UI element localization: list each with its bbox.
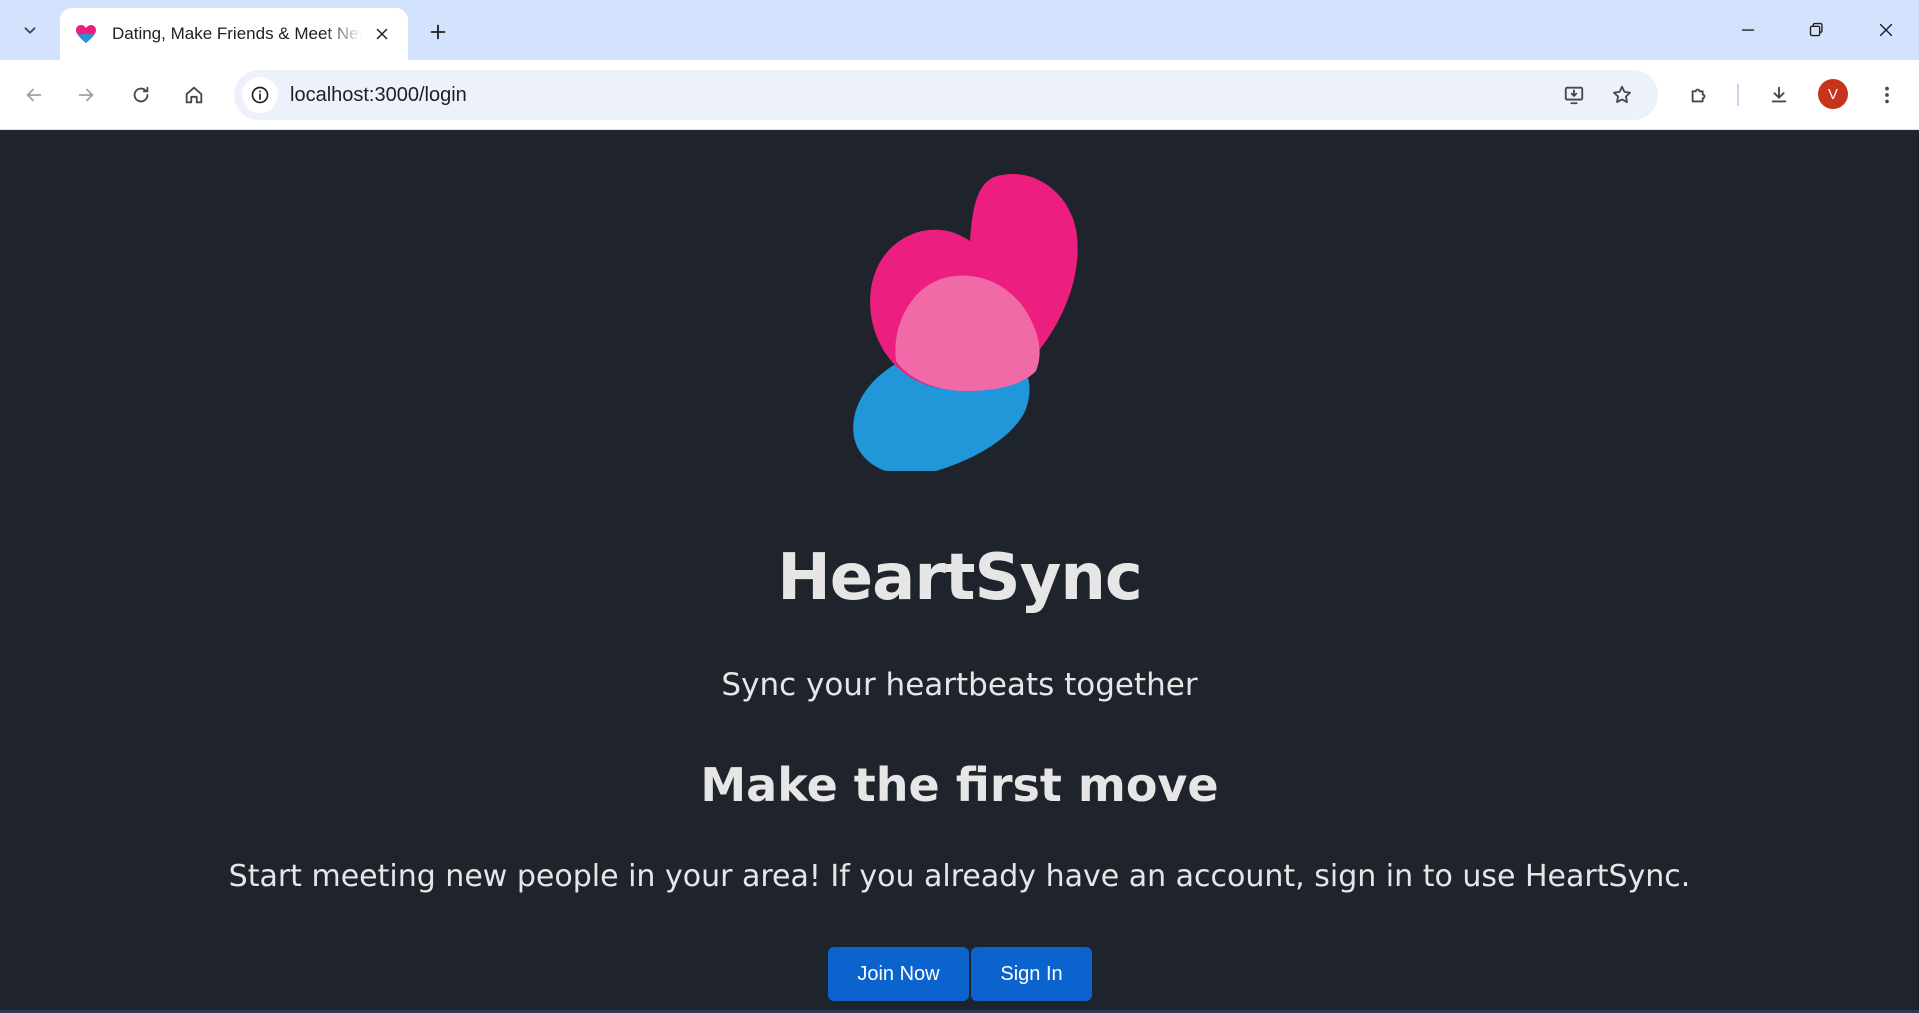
close-icon bbox=[376, 28, 388, 40]
download-icon bbox=[1771, 86, 1787, 103]
star-icon bbox=[1613, 85, 1631, 103]
tagline: Sync your heartbeats together bbox=[721, 667, 1198, 703]
home-button[interactable] bbox=[172, 73, 216, 117]
puzzle-icon bbox=[1691, 88, 1706, 103]
forward-button[interactable] bbox=[64, 73, 108, 117]
chevron-down-icon bbox=[24, 27, 36, 34]
sign-in-button[interactable]: Sign In bbox=[971, 947, 1092, 1001]
tab-title: Dating, Make Friends & Meet New People bbox=[112, 24, 362, 43]
browser-tabstrip: Dating, Make Friends & Meet New People bbox=[0, 0, 1919, 60]
browser-toolbar: localhost:3000/login bbox=[0, 60, 1919, 130]
close-window-button[interactable] bbox=[1858, 8, 1914, 52]
address-bar[interactable]: localhost:3000/login bbox=[234, 70, 1658, 120]
home-icon bbox=[185, 86, 203, 104]
info-icon bbox=[251, 86, 269, 104]
reload-button[interactable] bbox=[119, 73, 163, 117]
reload-icon bbox=[133, 86, 149, 103]
back-button[interactable] bbox=[12, 73, 56, 117]
arrow-left-icon bbox=[26, 88, 42, 102]
arrow-right-icon bbox=[78, 88, 94, 102]
restore-icon bbox=[1809, 22, 1823, 37]
heartsync-logo bbox=[853, 174, 1078, 471]
toolbar-divider bbox=[1737, 84, 1739, 106]
minimize-icon bbox=[1741, 29, 1755, 31]
install-app-button[interactable] bbox=[1556, 77, 1592, 113]
heart-favicon-icon bbox=[76, 25, 96, 43]
downloads-button[interactable] bbox=[1757, 73, 1801, 117]
close-icon bbox=[1879, 23, 1893, 37]
tab-close-button[interactable] bbox=[370, 22, 394, 46]
profile-avatar[interactable]: V bbox=[1818, 79, 1848, 109]
description: Start meeting new people in your area! I… bbox=[228, 859, 1691, 894]
bookmark-button[interactable] bbox=[1604, 77, 1640, 113]
headline: Make the first move bbox=[700, 758, 1219, 812]
login-page: HeartSync Sync your heartbeats together … bbox=[0, 131, 1919, 1013]
tab-search-button[interactable] bbox=[10, 12, 50, 48]
install-app-icon bbox=[1564, 86, 1584, 105]
extensions-button[interactable] bbox=[1677, 73, 1721, 117]
more-vertical-icon bbox=[1885, 86, 1889, 104]
join-now-button[interactable]: Join Now bbox=[828, 947, 969, 1001]
minimize-button[interactable] bbox=[1720, 8, 1776, 52]
plus-icon bbox=[430, 24, 446, 40]
brand-title: HeartSync bbox=[777, 541, 1143, 615]
url-text[interactable]: localhost:3000/login bbox=[290, 70, 467, 120]
browser-tab-active[interactable]: Dating, Make Friends & Meet New People bbox=[60, 8, 408, 60]
site-info-button[interactable] bbox=[242, 77, 278, 113]
restore-button[interactable] bbox=[1788, 8, 1844, 52]
new-tab-button[interactable] bbox=[420, 14, 456, 50]
menu-button[interactable] bbox=[1865, 73, 1909, 117]
